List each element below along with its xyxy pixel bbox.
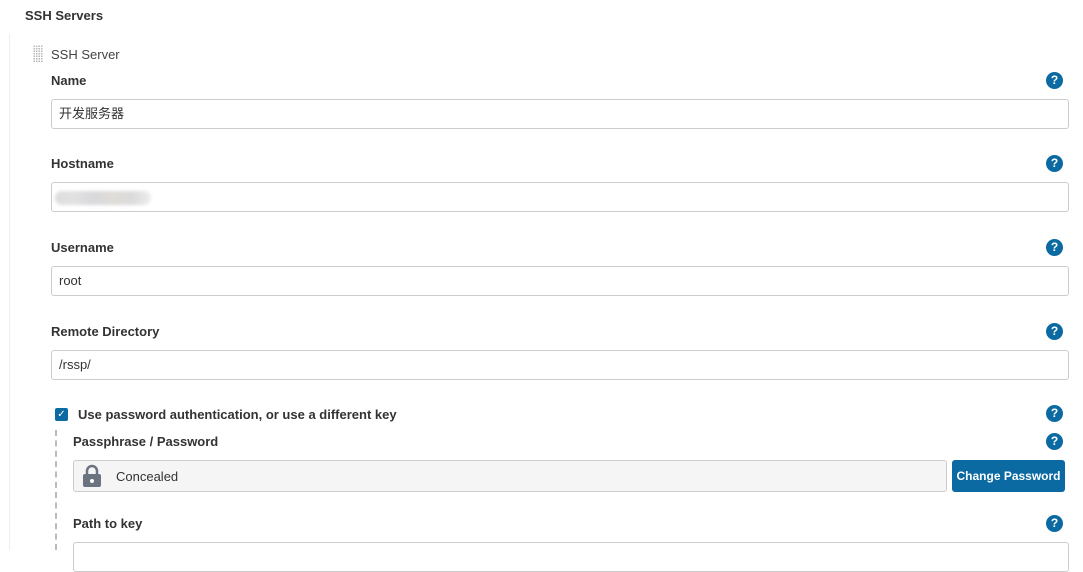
remote-directory-label: Remote Directory — [51, 324, 160, 339]
passphrase-concealed-field: Concealed — [73, 460, 947, 492]
remote-directory-field-group: Remote Directory ? /rssp/ — [51, 323, 1069, 380]
help-icon[interactable]: ? — [1046, 72, 1063, 89]
name-label: Name — [51, 73, 87, 88]
use-password-label[interactable]: Use password authentication, or use a di… — [78, 407, 397, 422]
nested-options-border — [55, 430, 57, 550]
drag-handle-icon[interactable] — [33, 45, 43, 63]
ssh-server-title: SSH Server — [51, 46, 120, 62]
hostname-input[interactable] — [51, 182, 1069, 212]
section-title: SSH Servers — [25, 8, 104, 23]
name-input[interactable]: 开发服务器 — [51, 99, 1069, 129]
help-icon[interactable]: ? — [1046, 433, 1063, 450]
ssh-server-header: SSH Server — [33, 45, 120, 63]
help-icon[interactable]: ? — [1046, 323, 1063, 340]
concealed-text: Concealed — [116, 468, 179, 484]
username-label: Username — [51, 240, 114, 255]
change-password-button[interactable]: Change Password — [952, 460, 1065, 492]
passphrase-field-group: Passphrase / Password ? Concealed Change… — [73, 433, 1069, 492]
lock-icon — [83, 464, 101, 487]
path-to-key-input[interactable] — [73, 542, 1069, 572]
name-field-group: Name ? 开发服务器 — [51, 72, 1069, 129]
section-border — [9, 34, 10, 550]
use-password-row: ✓ Use password authentication, or use a … — [55, 405, 1069, 423]
redacted-hostname — [55, 191, 151, 205]
hostname-field-group: Hostname ? — [51, 155, 1069, 212]
path-to-key-field-group: Path to key ? — [73, 515, 1069, 572]
passphrase-label: Passphrase / Password — [73, 434, 219, 449]
path-to-key-label: Path to key — [73, 516, 143, 531]
username-input[interactable]: root — [51, 266, 1069, 296]
help-icon[interactable]: ? — [1046, 515, 1063, 532]
help-icon[interactable]: ? — [1046, 239, 1063, 256]
username-field-group: Username ? root — [51, 239, 1069, 296]
help-icon[interactable]: ? — [1046, 405, 1063, 422]
hostname-label: Hostname — [51, 156, 114, 171]
use-password-checkbox[interactable]: ✓ — [55, 407, 68, 421]
remote-directory-input[interactable]: /rssp/ — [51, 350, 1069, 380]
help-icon[interactable]: ? — [1046, 155, 1063, 172]
